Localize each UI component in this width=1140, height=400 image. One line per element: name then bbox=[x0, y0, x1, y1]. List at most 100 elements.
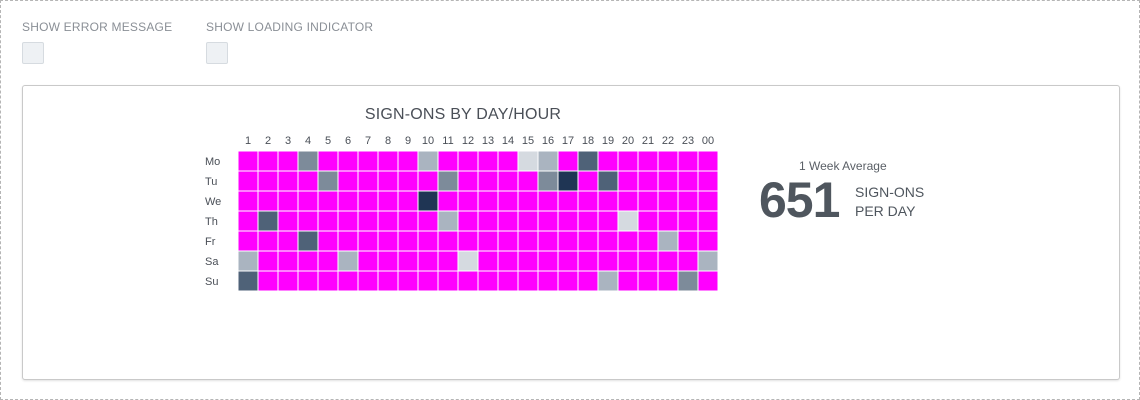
heatmap-cell bbox=[617, 230, 639, 252]
heatmap-cell bbox=[457, 190, 479, 212]
heatmap-cell bbox=[477, 170, 499, 192]
heatmap-cell bbox=[417, 190, 439, 212]
heatmap-cell bbox=[497, 170, 519, 192]
hour-label: 20 bbox=[622, 135, 634, 147]
heatmap-cell bbox=[277, 230, 299, 252]
heatmap-cell bbox=[257, 230, 279, 252]
heatmap-cell bbox=[257, 250, 279, 272]
hour-label: 17 bbox=[562, 135, 574, 147]
heatmap-cell bbox=[537, 270, 559, 292]
heatmap-cell bbox=[537, 210, 559, 232]
canvas-frame: SHOW ERROR MESSAGE SHOW LOADING INDICATO… bbox=[0, 0, 1140, 400]
heatmap-cell bbox=[417, 230, 439, 252]
hour-label: 3 bbox=[285, 135, 291, 147]
hour-label: 21 bbox=[642, 135, 654, 147]
hour-label: 13 bbox=[482, 135, 494, 147]
heatmap-cell bbox=[317, 210, 339, 232]
heatmap-cell bbox=[477, 210, 499, 232]
heatmap-cell bbox=[697, 170, 719, 192]
heatmap-cell bbox=[457, 210, 479, 232]
heatmap-cell bbox=[277, 270, 299, 292]
heatmap-cell bbox=[517, 270, 539, 292]
hour-label: 16 bbox=[542, 135, 554, 147]
hour-label: 1 bbox=[245, 135, 251, 147]
heatmap-cell bbox=[417, 250, 439, 272]
heatmap-cell bbox=[617, 270, 639, 292]
heatmap-cell bbox=[697, 150, 719, 172]
heatmap-cell bbox=[617, 190, 639, 212]
heatmap-cell bbox=[557, 210, 579, 232]
heatmap-cell bbox=[477, 270, 499, 292]
heatmap-cell bbox=[497, 230, 519, 252]
heatmap-cell bbox=[317, 270, 339, 292]
heatmap-cell bbox=[437, 190, 459, 212]
heatmap-cell bbox=[637, 230, 659, 252]
heatmap-cell bbox=[637, 190, 659, 212]
hour-label: 7 bbox=[365, 135, 371, 147]
heatmap-cell bbox=[417, 170, 439, 192]
heatmap-cell bbox=[237, 150, 259, 172]
heatmap-cell bbox=[497, 150, 519, 172]
heatmap-cell bbox=[517, 170, 539, 192]
heatmap-cell bbox=[657, 150, 679, 172]
hour-label: 5 bbox=[325, 135, 331, 147]
stat-value: 651 bbox=[759, 172, 840, 228]
heatmap-cell bbox=[697, 210, 719, 232]
heatmap-cell bbox=[557, 250, 579, 272]
heatmap-cell bbox=[437, 210, 459, 232]
heatmap-cell bbox=[477, 250, 499, 272]
heatmap-cell bbox=[577, 210, 599, 232]
heatmap-cell bbox=[297, 270, 319, 292]
show-loading-toggle: SHOW LOADING INDICATOR bbox=[206, 20, 373, 64]
heatmap-cell bbox=[397, 170, 419, 192]
heatmap-cell bbox=[237, 250, 259, 272]
heatmap-cell bbox=[557, 170, 579, 192]
heatmap-cell bbox=[457, 250, 479, 272]
heatmap-cell bbox=[677, 250, 699, 272]
heatmap-cell bbox=[517, 230, 539, 252]
show-loading-label: SHOW LOADING INDICATOR bbox=[206, 20, 374, 34]
heatmap-cell bbox=[377, 230, 399, 252]
heatmap-cell bbox=[357, 270, 379, 292]
heatmap-cell bbox=[337, 270, 359, 292]
heatmap-cell bbox=[237, 170, 259, 192]
heatmap-cell bbox=[377, 190, 399, 212]
day-label: Su bbox=[205, 276, 218, 288]
heatmap-cell bbox=[257, 190, 279, 212]
heatmap-cell bbox=[417, 270, 439, 292]
heatmap-cell bbox=[317, 170, 339, 192]
heatmap-cell bbox=[617, 170, 639, 192]
heatmap-cell bbox=[377, 250, 399, 272]
heatmap-cell bbox=[497, 210, 519, 232]
show-loading-checkbox[interactable] bbox=[206, 42, 228, 64]
heatmap-cell bbox=[697, 230, 719, 252]
heatmap-cell bbox=[517, 250, 539, 272]
heatmap-cell bbox=[257, 270, 279, 292]
heatmap-cell bbox=[457, 230, 479, 252]
heatmap-cell bbox=[437, 170, 459, 192]
heatmap-cell bbox=[297, 170, 319, 192]
heatmap-cell bbox=[317, 230, 339, 252]
heatmap-cell bbox=[597, 250, 619, 272]
heatmap-cell bbox=[657, 250, 679, 272]
show-error-checkbox[interactable] bbox=[22, 42, 44, 64]
heatmap-cell bbox=[257, 150, 279, 172]
heatmap-cell bbox=[637, 210, 659, 232]
heatmap-cell bbox=[277, 170, 299, 192]
heatmap-cell bbox=[677, 170, 699, 192]
heatmap-cell bbox=[597, 270, 619, 292]
hour-label: 15 bbox=[522, 135, 534, 147]
heatmap-cell bbox=[357, 230, 379, 252]
heatmap-cell bbox=[417, 210, 439, 232]
heatmap-cell bbox=[677, 210, 699, 232]
hour-label: 00 bbox=[702, 135, 714, 147]
heatmap-cell bbox=[617, 250, 639, 272]
heatmap-cell bbox=[397, 230, 419, 252]
hour-label: 14 bbox=[502, 135, 514, 147]
heatmap-cell bbox=[437, 250, 459, 272]
heatmap-cell bbox=[377, 170, 399, 192]
day-label: Sa bbox=[205, 256, 219, 268]
heatmap-cell bbox=[237, 210, 259, 232]
heatmap-cell bbox=[577, 270, 599, 292]
heatmap-cell bbox=[397, 210, 419, 232]
